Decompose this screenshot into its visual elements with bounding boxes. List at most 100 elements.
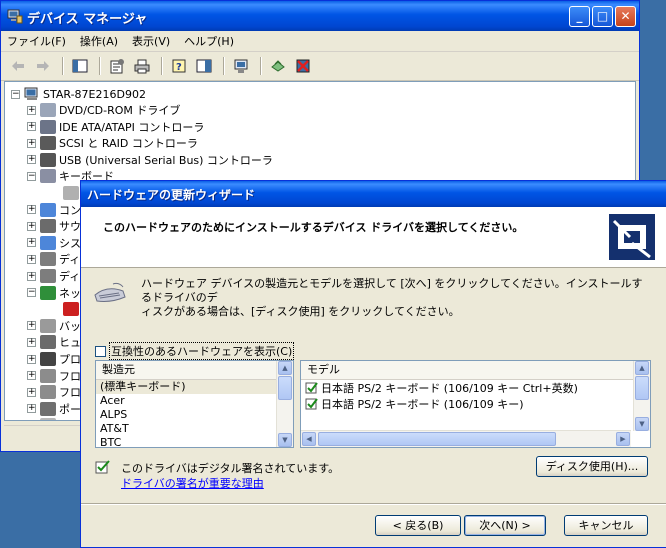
tree-item[interactable]: +マウ <box>27 417 81 420</box>
console-tree-icon <box>72 59 88 73</box>
show-hide-tree-button[interactable] <box>69 56 91 76</box>
manufacturer-item[interactable]: ALPS <box>96 408 293 422</box>
manufacturer-scrollbar[interactable]: ▲ ▼ <box>276 361 293 447</box>
expand-toggle[interactable]: + <box>27 271 36 281</box>
scroll-left-icon[interactable]: ◀ <box>302 432 316 446</box>
expand-toggle[interactable]: + <box>27 387 36 397</box>
minimize-button[interactable]: _ <box>569 6 590 27</box>
tree-item-label: フロ <box>59 386 81 400</box>
toolbar-separator <box>99 57 101 75</box>
expand-toggle[interactable]: + <box>27 105 36 115</box>
toolbar: ? <box>1 52 639 81</box>
scroll-thumb[interactable] <box>635 376 649 400</box>
signature-link[interactable]: ドライバの署名が重要な理由 <box>121 475 264 491</box>
tree-item[interactable]: + ポー <box>27 401 81 417</box>
wizard-title: ハードウェアの更新ウィザード <box>87 188 256 202</box>
device-category-icon <box>40 385 56 400</box>
manufacturer-list[interactable]: 製造元 (標準キーボード) Acer ALPS AT&T BTC ▲ ▼ <box>95 360 294 448</box>
back-button[interactable] <box>7 56 29 76</box>
expand-toggle[interactable]: + <box>27 205 36 215</box>
signed-driver-icon <box>95 460 110 474</box>
model-hscrollbar[interactable]: ◀ ▶ <box>301 430 631 447</box>
device-category-icon <box>40 252 56 267</box>
menu-view[interactable]: 表示(V) <box>132 33 170 49</box>
collapse-toggle[interactable]: − <box>27 171 36 181</box>
print-button[interactable] <box>131 56 153 76</box>
expand-toggle[interactable]: + <box>27 321 36 331</box>
tree-item[interactable]: + SCSI と RAID コントローラ <box>27 135 198 151</box>
model-list[interactable]: モデル 日本語 PS/2 キーボード (106/109 キー Ctrl+英数) … <box>300 360 651 448</box>
forward-button[interactable] <box>32 56 54 76</box>
tree-item[interactable]: + ディ <box>27 268 80 284</box>
wizard-titlebar[interactable]: ハードウェアの更新ウィザード <box>81 181 666 207</box>
menu-file[interactable]: ファイル(F) <box>7 33 66 49</box>
tree-item[interactable]: + バッ <box>27 318 81 334</box>
scroll-down-icon[interactable]: ▼ <box>278 433 292 447</box>
expand-toggle[interactable]: + <box>27 337 36 347</box>
dm-titlebar[interactable]: デバイス マネージャ _ □ ✕ <box>1 1 639 31</box>
expand-toggle[interactable]: + <box>27 138 36 148</box>
model-item[interactable]: 日本語 PS/2 キーボード (106/109 キー) <box>301 396 650 412</box>
tree-item[interactable]: + USB (Universal Serial Bus) コントローラ <box>27 152 273 168</box>
device-category-icon <box>40 219 56 234</box>
help-icon: ? <box>172 59 186 73</box>
tree-item[interactable]: + コン <box>27 202 81 218</box>
maximize-button[interactable]: □ <box>592 6 613 27</box>
help-button[interactable]: ? <box>168 56 190 76</box>
expand-toggle[interactable]: + <box>27 238 36 248</box>
scroll-thumb[interactable] <box>318 432 556 446</box>
expand-toggle[interactable]: + <box>27 122 36 132</box>
menu-help[interactable]: ヘルプ(H) <box>184 33 234 49</box>
tree-item[interactable]: + ヒュ <box>27 334 81 350</box>
tree-item[interactable]: + IDE ATA/ATAPI コントローラ <box>27 119 204 135</box>
next-button[interactable]: 次へ(N) > <box>464 515 546 536</box>
properties-button[interactable] <box>106 56 128 76</box>
tree-root[interactable]: − STAR-87E216D902 <box>11 86 146 102</box>
menu-action[interactable]: 操作(A) <box>80 33 118 49</box>
back-button[interactable]: < 戻る(B) <box>375 515 461 536</box>
manufacturer-item[interactable]: (標準キーボード) <box>96 380 293 394</box>
have-disk-button[interactable]: ディスク使用(H)... <box>536 456 648 477</box>
tree-item-label: SCSI と RAID コントローラ <box>59 137 198 151</box>
compat-checkbox-row[interactable]: 互換性のあるハードウェアを表示(C) <box>95 342 295 360</box>
expand-toggle[interactable]: + <box>27 354 36 364</box>
device-category-icon <box>40 401 56 416</box>
scroll-up-icon[interactable]: ▲ <box>635 361 649 375</box>
manufacturer-item[interactable]: AT&T <box>96 422 293 436</box>
expand-toggle[interactable]: + <box>27 155 36 165</box>
tree-item[interactable]: + シス <box>27 235 81 251</box>
signed-driver-icon <box>305 382 318 394</box>
collapse-toggle[interactable]: − <box>11 89 20 99</box>
tree-item-label: ネッ <box>59 286 81 300</box>
tree-item[interactable]: − ネッ <box>27 285 81 301</box>
device-category-icon <box>40 352 56 366</box>
collapse-toggle[interactable]: − <box>27 288 36 298</box>
tree-item[interactable]: + DVD/CD-ROM ドライブ <box>27 102 180 118</box>
manufacturer-item[interactable]: BTC <box>96 436 293 447</box>
compat-checkbox[interactable] <box>95 345 106 357</box>
update-driver-button[interactable] <box>267 56 289 76</box>
tree-item-label: DVD/CD-ROM ドライブ <box>59 104 181 117</box>
tree-item[interactable]: + サウ <box>27 218 81 234</box>
uninstall-button[interactable] <box>292 56 314 76</box>
tree-item[interactable]: + フロ <box>27 368 81 384</box>
expand-toggle[interactable]: + <box>27 371 36 381</box>
scan-hardware-button[interactable] <box>230 56 252 76</box>
scroll-down-icon[interactable]: ▼ <box>635 417 649 431</box>
expand-toggle[interactable]: + <box>27 221 36 231</box>
model-item[interactable]: 日本語 PS/2 キーボード (106/109 キー Ctrl+英数) <box>301 380 650 396</box>
scroll-up-icon[interactable]: ▲ <box>278 361 292 375</box>
tree-item[interactable]: + ディ <box>27 251 80 267</box>
manufacturer-item[interactable]: Acer <box>96 394 293 408</box>
cancel-button[interactable]: キャンセル <box>564 515 648 536</box>
close-button[interactable]: ✕ <box>615 6 636 27</box>
tree-item[interactable]: + プロ <box>27 351 81 367</box>
expand-toggle[interactable]: + <box>27 404 36 414</box>
scroll-thumb[interactable] <box>278 376 292 400</box>
expand-toggle[interactable]: + <box>27 254 36 264</box>
action-pane-button[interactable] <box>193 56 215 76</box>
tree-item[interactable]: + フロ <box>27 384 81 400</box>
model-vscrollbar[interactable]: ▲ ▼ <box>633 361 650 431</box>
scroll-right-icon[interactable]: ▶ <box>616 432 630 446</box>
tree-item-label: プロ <box>59 353 81 366</box>
